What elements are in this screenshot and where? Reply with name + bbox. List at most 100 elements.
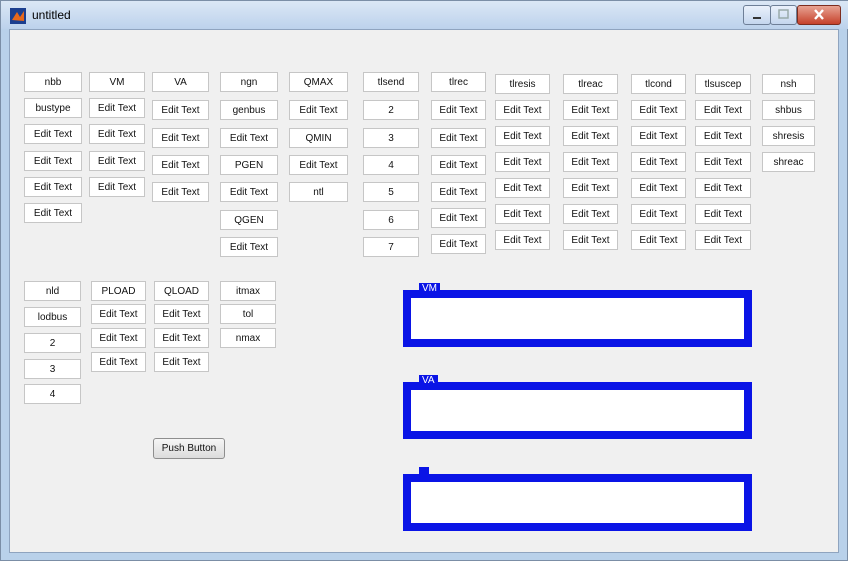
third-panel-title [419, 467, 429, 479]
ngn-label: ngn [220, 72, 278, 92]
qmin-edit-text[interactable]: Edit Text [289, 155, 348, 175]
tlsend-label: tlsend [363, 72, 419, 92]
pload-edit-text[interactable]: Edit Text [91, 352, 146, 372]
va-edit-text[interactable]: Edit Text [152, 182, 209, 202]
vm-edit-text[interactable]: Edit Text [89, 98, 145, 118]
vm-edit-text[interactable]: Edit Text [89, 124, 145, 144]
bus-edit-text[interactable]: Edit Text [24, 124, 82, 144]
bustype-label: bustype [24, 98, 82, 118]
gen-edit-text[interactable]: Edit Text [220, 237, 278, 257]
shresis-label: shresis [762, 126, 815, 146]
close-button[interactable] [797, 5, 841, 25]
vm-edit-text[interactable]: Edit Text [89, 177, 145, 197]
tlsuscep-edit-text[interactable]: Edit Text [695, 152, 751, 172]
tlreac-edit-text[interactable]: Edit Text [563, 178, 618, 198]
qmin-label: QMIN [289, 128, 348, 148]
tlresis-edit-text[interactable]: Edit Text [495, 152, 550, 172]
tlcond-edit-text[interactable]: Edit Text [631, 178, 686, 198]
push-button[interactable]: Push Button [153, 438, 225, 459]
tlrec-edit-text[interactable]: Edit Text [431, 100, 486, 120]
pload-edit-text[interactable]: Edit Text [91, 304, 146, 324]
tlsuscep-edit-text[interactable]: Edit Text [695, 204, 751, 224]
tlcond-edit-text[interactable]: Edit Text [631, 204, 686, 224]
lodbus-value[interactable]: 3 [24, 359, 81, 379]
vm-panel-title: VM [419, 283, 440, 295]
qload-edit-text[interactable]: Edit Text [154, 328, 209, 348]
tlresis-edit-text[interactable]: Edit Text [495, 204, 550, 224]
tlreac-edit-text[interactable]: Edit Text [563, 100, 618, 120]
tlsuscep-label: tlsuscep [695, 74, 751, 94]
matlab-figure-icon [10, 8, 26, 24]
pgen-label: PGEN [220, 155, 278, 175]
tlcond-edit-text[interactable]: Edit Text [631, 152, 686, 172]
shreac-label: shreac [762, 152, 815, 172]
nmax-label: nmax [220, 328, 276, 348]
va-edit-text[interactable]: Edit Text [152, 155, 209, 175]
tlrec-edit-text[interactable]: Edit Text [431, 182, 486, 202]
tlresis-edit-text[interactable]: Edit Text [495, 100, 550, 120]
va-panel [403, 382, 752, 439]
tol-label: tol [220, 304, 276, 324]
tlreac-edit-text[interactable]: Edit Text [563, 230, 618, 250]
minimize-icon [753, 17, 761, 19]
pload-label: PLOAD [91, 281, 146, 301]
qload-label: QLOAD [154, 281, 209, 301]
close-icon [814, 9, 824, 20]
nsh-label: nsh [762, 74, 815, 94]
tlreac-edit-text[interactable]: Edit Text [563, 152, 618, 172]
bus-edit-text[interactable]: Edit Text [24, 177, 82, 197]
tlrec-edit-text[interactable]: Edit Text [431, 155, 486, 175]
tlsend-value[interactable]: 3 [363, 128, 419, 148]
va-label: VA [152, 72, 209, 92]
tlresis-label: tlresis [495, 74, 550, 94]
tlsend-value[interactable]: 4 [363, 155, 419, 175]
tlsuscep-edit-text[interactable]: Edit Text [695, 230, 751, 250]
vm-label: VM [89, 72, 145, 92]
qmax-edit-text[interactable]: Edit Text [289, 100, 348, 120]
va-panel-title: VA [419, 375, 438, 387]
vm-edit-text[interactable]: Edit Text [89, 151, 145, 171]
tlsend-value[interactable]: 6 [363, 210, 419, 230]
maximize-icon [778, 9, 789, 19]
tlcond-edit-text[interactable]: Edit Text [631, 100, 686, 120]
lodbus-value[interactable]: 4 [24, 384, 81, 404]
tlsend-value[interactable]: 5 [363, 182, 419, 202]
tlrec-edit-text[interactable]: Edit Text [431, 128, 486, 148]
tlrec-label: tlrec [431, 72, 486, 92]
tlcond-label: tlcond [631, 74, 686, 94]
pload-edit-text[interactable]: Edit Text [91, 328, 146, 348]
vm-panel [403, 290, 752, 347]
va-edit-text[interactable]: Edit Text [152, 128, 209, 148]
maximize-button[interactable] [770, 5, 797, 25]
window-title: untitled [32, 8, 71, 22]
bus-edit-text[interactable]: Edit Text [24, 151, 82, 171]
qmax-label: QMAX [289, 72, 348, 92]
gen-edit-text[interactable]: Edit Text [220, 182, 278, 202]
tlreac-edit-text[interactable]: Edit Text [563, 204, 618, 224]
tlrec-edit-text[interactable]: Edit Text [431, 234, 486, 254]
va-edit-text[interactable]: Edit Text [152, 100, 209, 120]
tlrec-edit-text[interactable]: Edit Text [431, 208, 486, 228]
tlsuscep-edit-text[interactable]: Edit Text [695, 126, 751, 146]
title-bar[interactable]: untitled [1, 1, 848, 29]
tlcond-edit-text[interactable]: Edit Text [631, 230, 686, 250]
tlsuscep-edit-text[interactable]: Edit Text [695, 178, 751, 198]
bus-edit-text[interactable]: Edit Text [24, 203, 82, 223]
tlresis-edit-text[interactable]: Edit Text [495, 126, 550, 146]
lodbus-label: lodbus [24, 307, 81, 327]
tlresis-edit-text[interactable]: Edit Text [495, 230, 550, 250]
minimize-button[interactable] [743, 5, 771, 25]
qload-edit-text[interactable]: Edit Text [154, 352, 209, 372]
qload-edit-text[interactable]: Edit Text [154, 304, 209, 324]
genbus-label: genbus [220, 100, 278, 120]
nbb-label: nbb [24, 72, 82, 92]
tlsend-value[interactable]: 2 [363, 100, 419, 120]
tlsuscep-edit-text[interactable]: Edit Text [695, 100, 751, 120]
lodbus-value[interactable]: 2 [24, 333, 81, 353]
tlcond-edit-text[interactable]: Edit Text [631, 126, 686, 146]
tlreac-edit-text[interactable]: Edit Text [563, 126, 618, 146]
gen-edit-text[interactable]: Edit Text [220, 128, 278, 148]
tlresis-edit-text[interactable]: Edit Text [495, 178, 550, 198]
tlsend-value[interactable]: 7 [363, 237, 419, 257]
ntl-label: ntl [289, 182, 348, 202]
